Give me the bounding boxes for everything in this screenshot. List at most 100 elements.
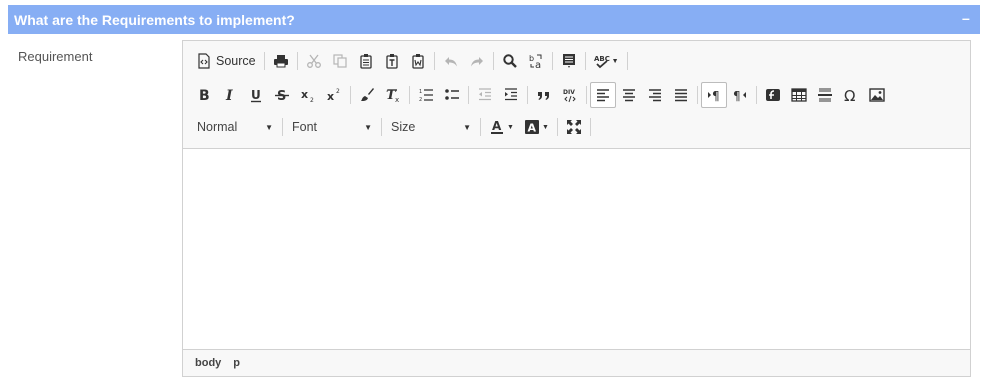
bold-button[interactable]: B <box>191 82 217 108</box>
copy-formatting-button[interactable] <box>354 82 380 108</box>
table-button[interactable] <box>786 82 812 108</box>
font-combo[interactable]: Font ▼ <box>286 115 378 139</box>
paste-from-word-button[interactable] <box>405 48 431 74</box>
copy-button[interactable] <box>327 48 353 74</box>
svg-text:¶: ¶ <box>712 89 720 103</box>
underline-icon: U <box>251 88 261 103</box>
spellcheck-button[interactable]: ABC ▼ <box>589 48 624 74</box>
redo-button[interactable] <box>464 48 490 74</box>
chevron-down-icon: ▼ <box>541 123 549 131</box>
horizontal-line-button[interactable] <box>812 82 838 108</box>
paste-button[interactable] <box>353 48 379 74</box>
quote-icon <box>538 92 549 100</box>
separator <box>756 86 757 104</box>
paintbrush-icon <box>361 88 374 101</box>
separator <box>527 86 528 104</box>
create-div-button[interactable]: DIV <box>557 82 583 108</box>
chevron-down-icon: ▼ <box>507 123 514 131</box>
size-combo-value: Size <box>391 120 416 134</box>
panel-header[interactable]: What are the Requirements to implement? … <box>8 5 980 34</box>
replace-button[interactable]: ba <box>523 48 549 74</box>
source-button[interactable]: Source <box>191 48 261 74</box>
select-all-button[interactable] <box>556 48 582 74</box>
clipboard-icon <box>359 54 372 69</box>
cut-button[interactable] <box>301 48 327 74</box>
scissors-icon <box>306 54 321 68</box>
source-icon <box>198 53 210 69</box>
paste-text-button[interactable] <box>379 48 405 74</box>
outdent-icon <box>479 88 491 101</box>
italic-icon: I <box>225 88 233 103</box>
text-direction-rtl-button[interactable]: ¶ <box>727 82 753 108</box>
svg-text:2: 2 <box>336 88 340 95</box>
copy-icon <box>333 54 347 68</box>
align-center-icon <box>623 89 635 102</box>
select-all-icon <box>562 54 575 68</box>
chevron-down-icon: ▼ <box>265 122 273 132</box>
separator <box>480 118 481 136</box>
bulleted-list-icon <box>445 89 459 100</box>
bulleted-list-button[interactable] <box>439 82 465 108</box>
subscript-icon: x2 <box>301 88 314 103</box>
maximize-button[interactable] <box>561 114 587 140</box>
remove-format-button[interactable]: Tx <box>380 82 406 108</box>
size-combo[interactable]: Size ▼ <box>385 115 477 139</box>
element-path-bar: body p <box>183 349 970 376</box>
paste-text-icon <box>385 54 398 69</box>
rtl-icon: ¶ <box>733 89 746 103</box>
undo-button[interactable] <box>438 48 464 74</box>
numbered-list-icon: 12 <box>419 89 433 103</box>
svg-text:a: a <box>535 60 541 69</box>
separator <box>697 86 698 104</box>
text-color-button[interactable]: A ▼ <box>484 114 519 140</box>
text-direction-ltr-button[interactable]: ¶ <box>701 82 727 108</box>
svg-text:U: U <box>251 88 261 102</box>
indent-icon <box>505 88 517 101</box>
svg-text:¶: ¶ <box>733 89 741 103</box>
svg-text:A: A <box>527 122 536 135</box>
justify-button[interactable] <box>668 82 694 108</box>
separator <box>589 118 591 136</box>
justify-icon <box>675 89 687 102</box>
align-left-button[interactable] <box>590 82 616 108</box>
find-button[interactable] <box>497 48 523 74</box>
separator <box>468 86 469 104</box>
subscript-button[interactable]: x2 <box>295 82 321 108</box>
align-center-button[interactable] <box>616 82 642 108</box>
image-button[interactable] <box>864 82 890 108</box>
background-color-button[interactable]: A ▼ <box>519 114 554 140</box>
align-right-button[interactable] <box>642 82 668 108</box>
blockquote-button[interactable] <box>531 82 557 108</box>
flash-icon <box>766 89 780 101</box>
increase-indent-button[interactable] <box>498 82 524 108</box>
editor-toolbar: Source b a ABC ▼ B I U x 2 x 2 T x 1 2 D… <box>183 41 970 149</box>
path-item-body[interactable]: body <box>195 357 221 369</box>
svg-text:b: b <box>529 54 534 63</box>
svg-text:DIV: DIV <box>563 89 575 96</box>
font-combo-value: Font <box>292 120 318 134</box>
chevron-down-icon: ▼ <box>611 57 619 65</box>
path-item-p[interactable]: p <box>233 357 240 369</box>
rich-text-editor: Source b a ABC ▼ B I U x 2 x 2 T x 1 2 D… <box>182 40 971 377</box>
editor-content-area[interactable] <box>183 149 970 349</box>
image-icon <box>869 88 885 102</box>
collapse-icon[interactable]: – <box>962 11 972 25</box>
superscript-button[interactable]: x2 <box>321 82 347 108</box>
toolbar-row-2: B I U S x2 x2 Tx <box>191 80 890 110</box>
strikethrough-button[interactable]: S <box>269 82 295 108</box>
underline-button[interactable]: U <box>243 82 269 108</box>
numbered-list-button[interactable]: 12 <box>413 82 439 108</box>
format-combo[interactable]: Normal ▼ <box>191 115 279 139</box>
italic-button[interactable]: I <box>217 82 243 108</box>
svg-text:ABC: ABC <box>594 55 610 63</box>
separator <box>263 52 265 70</box>
print-button[interactable] <box>268 48 294 74</box>
format-combo-value: Normal <box>197 120 238 134</box>
flash-button[interactable] <box>760 82 786 108</box>
replace-icon: ba <box>529 54 542 69</box>
special-char-button[interactable]: Ω <box>838 82 864 108</box>
source-label: Source <box>216 54 256 68</box>
decrease-indent-button[interactable] <box>472 82 498 108</box>
svg-text:I: I <box>225 88 233 103</box>
print-icon <box>273 55 288 68</box>
